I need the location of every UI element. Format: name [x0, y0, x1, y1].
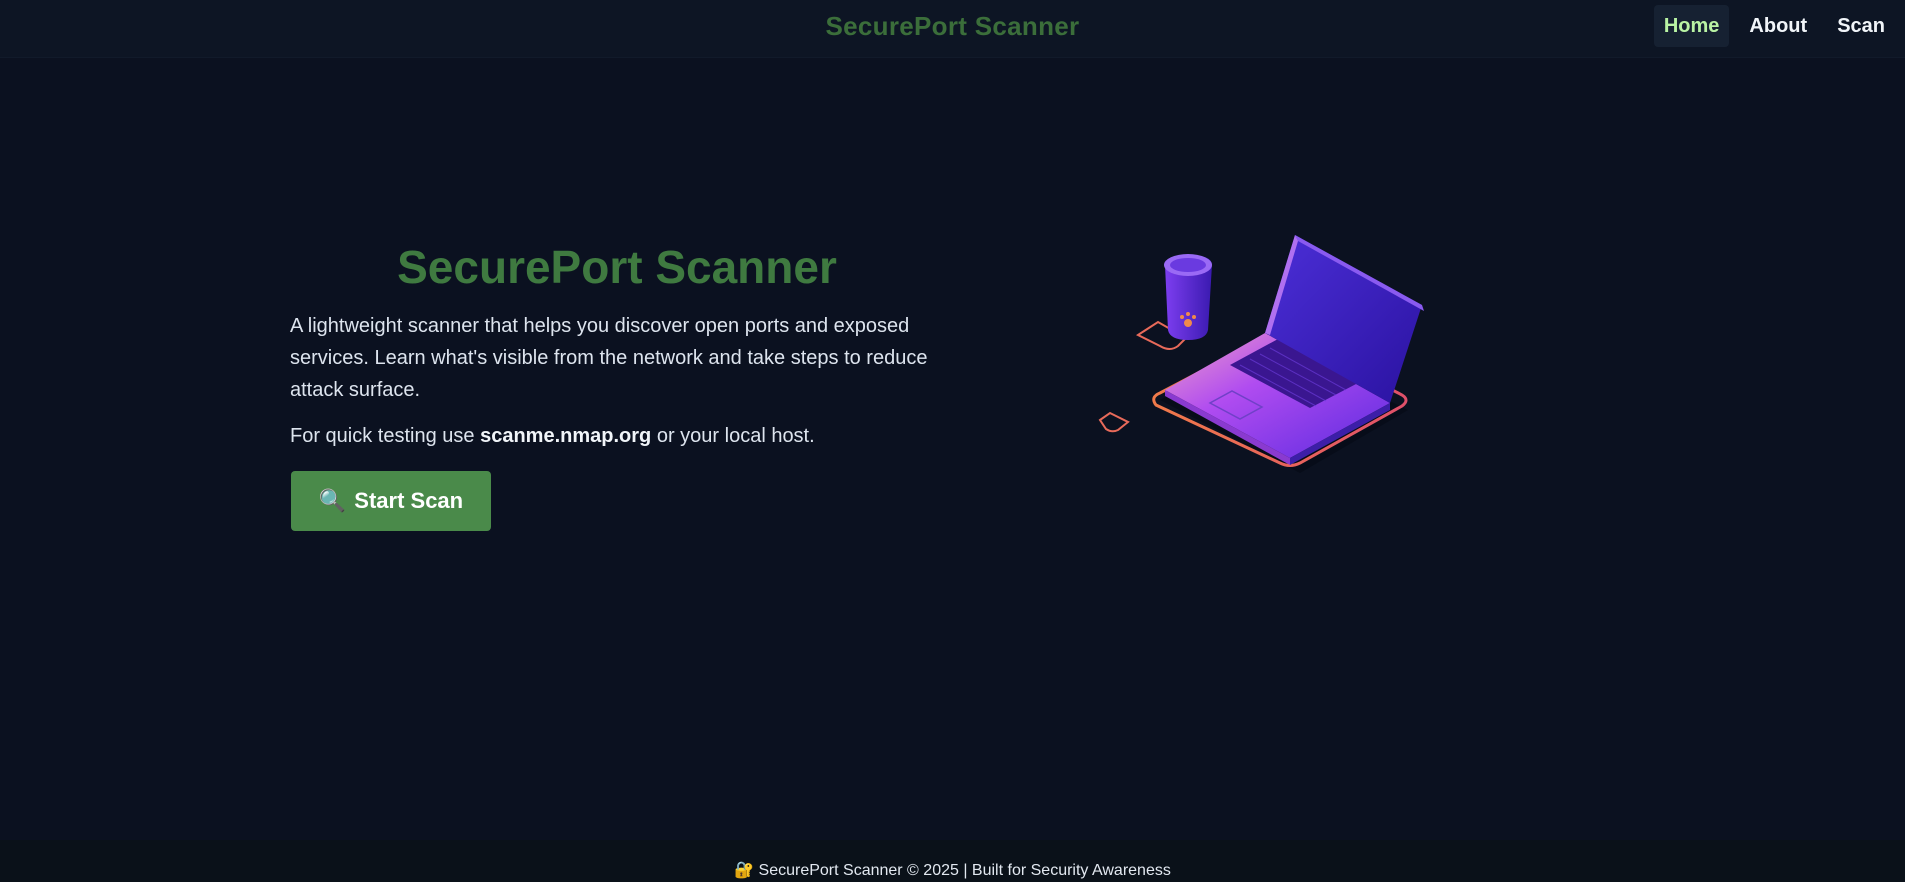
- note-suffix: or your local host.: [651, 425, 815, 447]
- hero-description: A lightweight scanner that helps you dis…: [290, 315, 928, 401]
- footer: 🔐 SecurePort Scanner © 2025 | Built for …: [0, 840, 1905, 882]
- laptop-illustration: [1098, 235, 1424, 473]
- start-scan-label: Start Scan: [354, 488, 464, 513]
- top-header: SecurePort Scanner Home About Scan: [0, 0, 1905, 58]
- start-scan-button[interactable]: 🔍 Start Scan: [291, 471, 491, 531]
- footer-text: SecurePort Scanner © 2025 | Built for Se…: [758, 862, 1171, 879]
- nav-home[interactable]: Home: [1653, 5, 1730, 47]
- main-nav: Home About Scan: [1653, 5, 1895, 47]
- hero-title: SecurePort Scanner: [397, 241, 837, 293]
- note-host: scanme.nmap.org: [480, 425, 652, 447]
- lock-icon: 🔐: [734, 862, 755, 879]
- search-icon: 🔍: [318, 488, 347, 513]
- hero-note: For quick testing use scanme.nmap.org or…: [290, 422, 940, 450]
- nav-about[interactable]: About: [1739, 5, 1817, 47]
- note-prefix: For quick testing use: [290, 425, 481, 447]
- header-brand: SecurePort Scanner: [825, 11, 1080, 41]
- nav-scan[interactable]: Scan: [1827, 5, 1895, 47]
